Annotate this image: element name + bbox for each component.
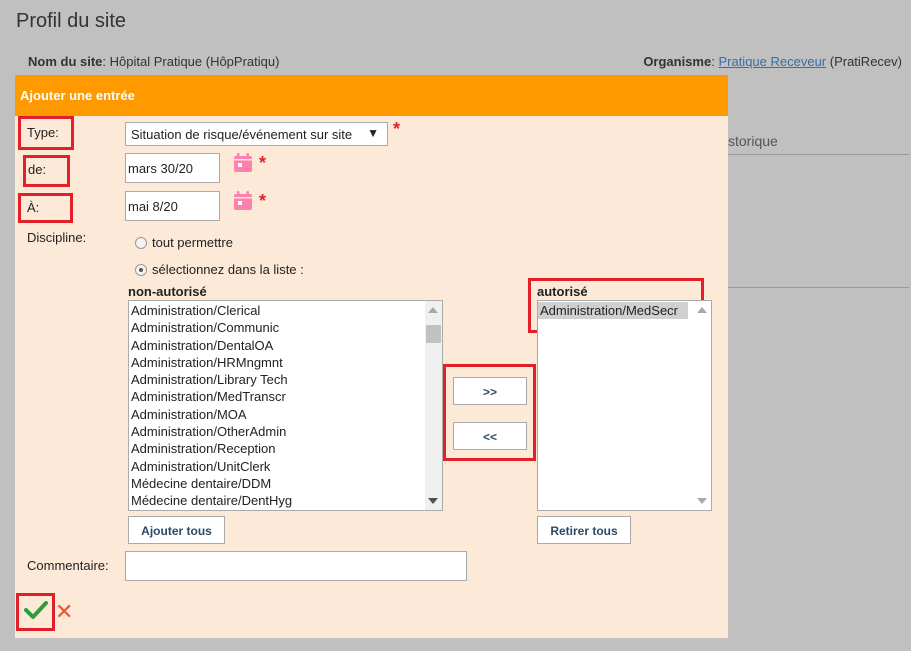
- scroll-down-icon[interactable]: [697, 498, 707, 504]
- required-mark: *: [393, 119, 401, 139]
- scroll-up-icon[interactable]: [697, 307, 707, 313]
- type-select[interactable]: Situation de risque/événement sur site ▼: [125, 122, 388, 146]
- list-item[interactable]: Administration/HRMngmnt: [129, 354, 442, 371]
- from-date-input[interactable]: mars 30/20: [125, 153, 220, 183]
- radio-select-label: sélectionnez dans la liste :: [152, 262, 304, 277]
- list-item[interactable]: Administration/Communic: [129, 319, 442, 336]
- list-item[interactable]: Administration/UnitClerk: [129, 458, 442, 475]
- organization-link[interactable]: Pratique Receveur: [718, 54, 826, 69]
- required-mark: *: [259, 191, 267, 211]
- list-item[interactable]: Administration/MedSecr: [538, 302, 688, 320]
- from-label: de:: [28, 162, 47, 177]
- dropdown-arrow-icon: ▼: [367, 126, 379, 140]
- required-mark: *: [259, 153, 267, 173]
- close-icon[interactable]: ✕: [55, 599, 73, 625]
- organization-label: Organisme: [643, 54, 712, 69]
- scroll-down-icon[interactable]: [428, 498, 438, 504]
- type-select-value: Situation de risque/événement sur site: [131, 127, 353, 142]
- list-item[interactable]: Administration/DentalOA: [129, 337, 442, 354]
- scrollbar[interactable]: [694, 301, 711, 510]
- radio-allow-all[interactable]: tout permettre: [135, 235, 233, 250]
- list-item[interactable]: Administration/OtherAdmin: [129, 423, 442, 440]
- divider: [728, 287, 909, 288]
- comment-input[interactable]: [125, 551, 467, 581]
- type-label: Type:: [27, 125, 59, 140]
- radio-select-from-list[interactable]: sélectionnez dans la liste :: [135, 262, 304, 277]
- background-tab-history[interactable]: storique: [728, 133, 778, 149]
- list-item[interactable]: Médecine dentaire/DentHyg: [129, 492, 442, 509]
- divider: [728, 154, 909, 155]
- list-item[interactable]: Administration/Clerical: [129, 302, 442, 319]
- add-selected-button[interactable]: >>: [453, 377, 527, 405]
- not-allowed-listbox[interactable]: Administration/Clerical Administration/Co…: [128, 300, 443, 511]
- scroll-up-icon[interactable]: [428, 307, 438, 313]
- radio-allow-all-label: tout permettre: [152, 235, 233, 250]
- not-allowed-title: non-autorisé: [128, 284, 207, 299]
- site-name-label: Nom du site: [28, 54, 103, 69]
- list-item[interactable]: Médecine dentaire/DDM: [129, 475, 442, 492]
- scrollbar[interactable]: [425, 301, 442, 510]
- site-name-line: Nom du site: Hôpital Pratique (HôpPratiq…: [28, 54, 279, 69]
- radio-button[interactable]: [135, 236, 147, 249]
- to-label: À:: [27, 200, 40, 215]
- calendar-icon[interactable]: [233, 191, 253, 211]
- discipline-label: Discipline:: [27, 230, 87, 245]
- dialog-title: Ajouter une entrée: [15, 75, 728, 116]
- allowed-listbox[interactable]: Administration/MedSecr: [537, 300, 712, 511]
- site-name-value: : Hôpital Pratique (HôpPratiqu): [102, 54, 280, 69]
- list-item[interactable]: Administration/MedTranscr: [129, 388, 442, 405]
- list-item[interactable]: Administration/MOA: [129, 406, 442, 423]
- to-date-input[interactable]: mai 8/20: [125, 191, 220, 221]
- list-item[interactable]: Administration/Reception: [129, 440, 442, 457]
- allowed-title: autorisé: [537, 284, 588, 299]
- list-item[interactable]: Administration/Library Tech: [129, 371, 442, 388]
- calendar-icon[interactable]: [233, 153, 253, 173]
- comment-label: Commentaire:: [27, 558, 109, 573]
- scroll-thumb[interactable]: [426, 325, 441, 343]
- organization-code: (PratiRecev): [826, 54, 902, 69]
- checkmark-icon[interactable]: [24, 600, 48, 620]
- radio-button-checked[interactable]: [135, 263, 147, 276]
- remove-all-button[interactable]: Retirer tous: [537, 516, 631, 544]
- organization-line: Organisme: Pratique Receveur (PratiRecev…: [643, 54, 902, 69]
- remove-selected-button[interactable]: <<: [453, 422, 527, 450]
- page-title: Profil du site: [16, 10, 127, 32]
- add-all-button[interactable]: Ajouter tous: [128, 516, 225, 544]
